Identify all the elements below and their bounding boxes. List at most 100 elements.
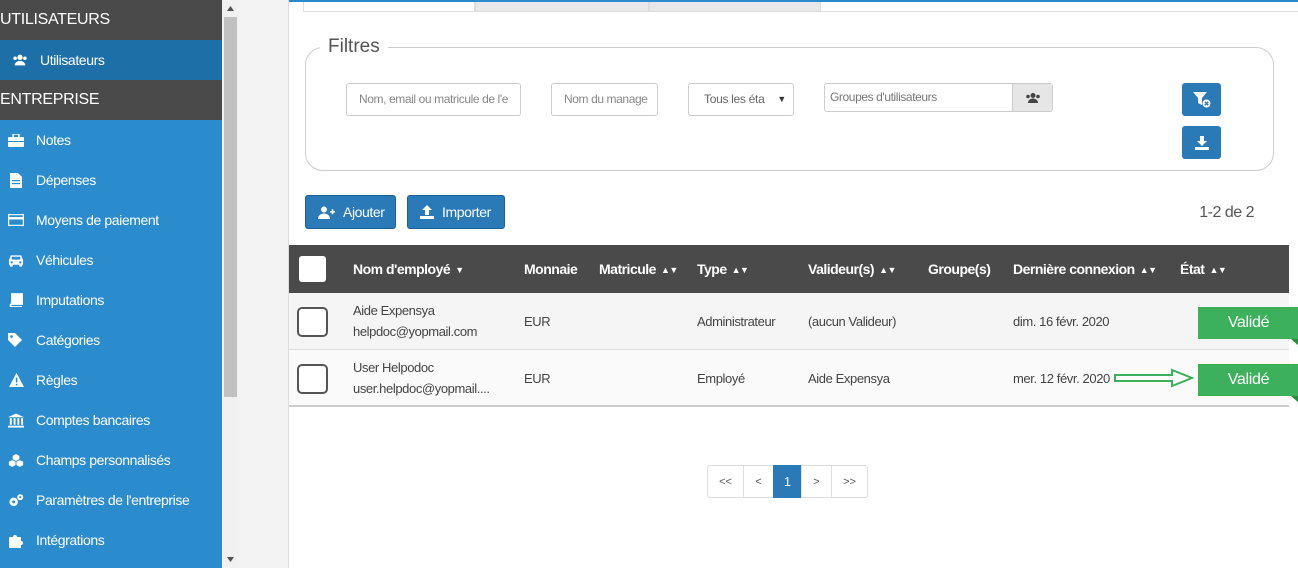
- pagination-prev[interactable]: <: [743, 465, 774, 498]
- bank-icon: [8, 412, 24, 428]
- row-checkbox[interactable]: [297, 364, 328, 394]
- sidebar-item-imputations[interactable]: Imputations: [0, 280, 222, 320]
- sidebar-item-label: Moyens de paiement: [36, 212, 159, 228]
- sidebar-item-champs-personnalises[interactable]: Champs personnalisés: [0, 440, 222, 480]
- sidebar-section-company: ENTREPRISE: [0, 80, 222, 120]
- header-groups: Groupe(s): [928, 261, 991, 277]
- sidebar-item-notes[interactable]: Notes: [0, 120, 222, 160]
- sidebar-item-regles[interactable]: Règles: [0, 360, 222, 400]
- puzzle-icon: [8, 532, 24, 548]
- sidebar-scrollbar[interactable]: [222, 0, 239, 568]
- sidebar-item-vehicules[interactable]: Véhicules: [0, 240, 222, 280]
- tag-icon: [8, 332, 24, 348]
- filters-panel: Filtres Nom, email ou matricule de l'e N…: [305, 36, 1274, 171]
- import-button[interactable]: Importer: [407, 195, 505, 229]
- header-matricule-label: Matricule: [599, 261, 656, 277]
- header-name[interactable]: Nom d'employé ▼: [353, 245, 464, 294]
- scroll-down-arrow-icon[interactable]: [222, 551, 239, 568]
- cogs-icon: [8, 492, 24, 508]
- groups-picker-button[interactable]: [1012, 84, 1052, 111]
- employee-name: User Helpodoc: [353, 360, 434, 375]
- sidebar-item-label: Utilisateurs: [40, 52, 105, 68]
- header-validators[interactable]: Valideur(s) ▲▼: [808, 245, 896, 294]
- employee-email: helpdoc@yopmail.com: [353, 324, 478, 339]
- currency: EUR: [524, 371, 551, 386]
- row-checkbox[interactable]: [297, 307, 328, 337]
- header-validators-label: Valideur(s): [808, 261, 875, 277]
- users-icon: [1025, 92, 1040, 103]
- sidebar-item-depenses[interactable]: Dépenses: [0, 160, 222, 200]
- caret-down-icon: ▼: [777, 94, 786, 104]
- export-button[interactable]: [1182, 126, 1221, 159]
- sidebar-item-categories[interactable]: Catégories: [0, 320, 222, 360]
- warning-icon: [8, 372, 24, 388]
- header-status-label: État: [1180, 261, 1205, 277]
- sidebar-item-label: Véhicules: [36, 252, 94, 268]
- employee-email: user.helpdoc@yopmail....: [353, 381, 490, 396]
- sidebar-item-label: Champs personnalisés: [36, 452, 171, 468]
- sidebar-item-label: Notes: [36, 132, 71, 148]
- pagination-next[interactable]: >: [801, 465, 832, 498]
- manager-input[interactable]: Nom du manage: [551, 83, 658, 116]
- import-label: Importer: [442, 204, 491, 220]
- search-input[interactable]: Nom, email ou matricule de l'e: [346, 83, 521, 116]
- scroll-up-arrow-icon[interactable]: [222, 0, 239, 17]
- user-type: Employé: [697, 371, 745, 386]
- sidebar-item-integrations[interactable]: Intégrations: [0, 520, 222, 560]
- page-gutter: [239, 0, 289, 568]
- sort-icon: ▲▼: [879, 265, 896, 275]
- sidebar-item-comptes-bancaires[interactable]: Comptes bancaires: [0, 400, 222, 440]
- document-icon: [8, 172, 24, 188]
- tab-divider: [475, 11, 1298, 12]
- pagination-current[interactable]: 1: [773, 465, 802, 498]
- sidebar-section-users: UTILISATEURS: [0, 0, 222, 40]
- pagination-last[interactable]: >>: [831, 465, 868, 498]
- book-icon: [8, 292, 24, 308]
- pagination: << < 1 > >>: [707, 465, 868, 498]
- header-last-login-label: Dernière connexion: [1013, 261, 1135, 277]
- add-user-icon: [318, 206, 335, 219]
- download-icon: [1194, 135, 1209, 150]
- clear-filters-button[interactable]: [1182, 83, 1221, 116]
- result-count: 1-2 de 2: [1199, 204, 1254, 221]
- table-header: Nom d'employé ▼ Monnaie Matricule ▲▼ Type ▲…: [289, 245, 1289, 293]
- add-user-button[interactable]: Ajouter: [305, 195, 396, 229]
- annotation-arrow-icon: [1114, 368, 1194, 388]
- header-currency: Monnaie: [524, 261, 578, 277]
- groups-input[interactable]: Groupes d'utilisateurs: [824, 83, 1053, 112]
- sort-icon: ▲▼: [660, 265, 678, 275]
- scroll-thumb[interactable]: [224, 17, 237, 397]
- employee-name: Aide Expensya: [353, 303, 435, 318]
- pagination-first[interactable]: <<: [707, 465, 744, 498]
- header-type-label: Type: [697, 261, 727, 277]
- header-matricule[interactable]: Matricule ▲▼: [599, 245, 678, 294]
- last-login: mer. 12 févr. 2020: [1013, 371, 1110, 386]
- sidebar-item-utilisateurs[interactable]: Utilisateurs: [0, 40, 222, 80]
- sidebar: UTILISATEURS Utilisateurs ENTREPRISE Not…: [0, 0, 222, 568]
- sidebar-item-moyens-paiement[interactable]: Moyens de paiement: [0, 200, 222, 240]
- validators: Aide Expensya: [808, 371, 890, 386]
- header-type[interactable]: Type ▲▼: [697, 245, 749, 294]
- tab-active[interactable]: [303, 2, 475, 12]
- sort-icon: ▲▼: [1139, 265, 1157, 275]
- header-last-login[interactable]: Dernière connexion ▲▼: [1013, 245, 1157, 294]
- table-row[interactable]: Aide Expensya helpdoc@yopmail.com EUR Ad…: [289, 293, 1298, 350]
- briefcase-icon: [8, 132, 24, 148]
- sidebar-item-label: Règles: [36, 372, 78, 388]
- users-icon: [12, 52, 28, 68]
- cubes-icon: [8, 452, 24, 468]
- add-user-label: Ajouter: [343, 204, 385, 220]
- sort-desc-icon: ▼: [455, 265, 464, 275]
- credit-card-icon: [8, 212, 24, 228]
- groups-input-placeholder: Groupes d'utilisateurs: [830, 90, 937, 104]
- status-select-value: Tous les éta: [704, 92, 765, 106]
- sidebar-item-parametres[interactable]: Paramètres de l'entreprise: [0, 480, 222, 520]
- select-all-checkbox[interactable]: [299, 256, 326, 282]
- sort-icon: ▲▼: [1209, 265, 1227, 275]
- sidebar-item-label: Comptes bancaires: [36, 412, 150, 428]
- filter-clear-icon: [1192, 91, 1210, 107]
- status-select[interactable]: Tous les éta ▼: [688, 83, 794, 116]
- user-type: Administrateur: [697, 314, 776, 329]
- validators: (aucun Valideur): [808, 314, 897, 329]
- header-status[interactable]: État ▲▼: [1180, 245, 1227, 294]
